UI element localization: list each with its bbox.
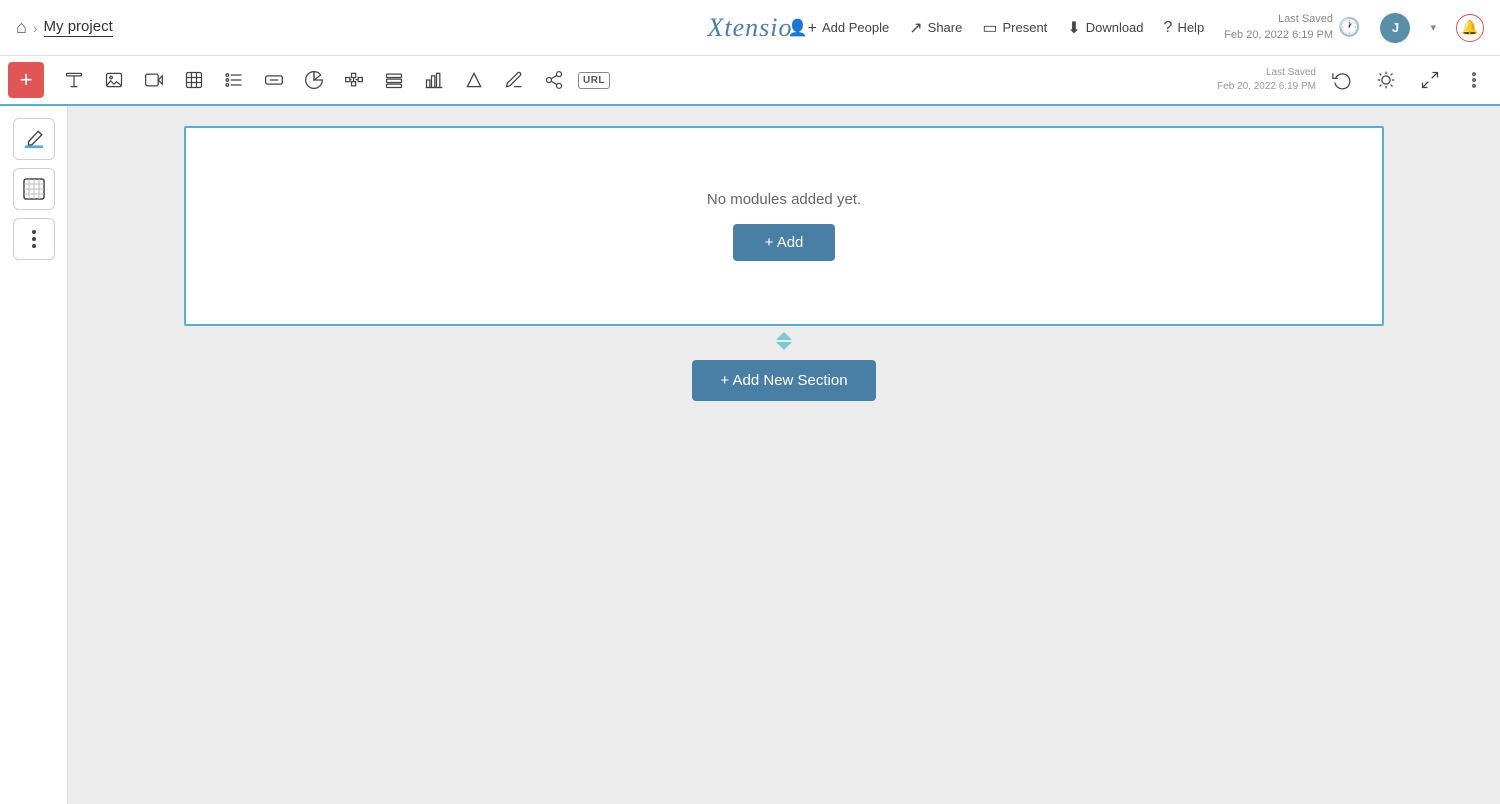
nav-right: 👤+ Add People ↗ Share ▭ Present ⬇ Downlo… [788,12,1484,43]
video-tool-button[interactable] [136,62,172,98]
notification-bell[interactable]: 🔔 [1456,14,1484,42]
bar-chart-tool-button[interactable] [416,62,452,98]
share-button[interactable]: ↗ Share [909,18,962,38]
bar-chart-tool-icon [424,70,444,90]
video-tool-icon [144,70,164,90]
download-icon: ⬇ [1067,18,1080,38]
no-modules-text: No modules added yet. [707,191,861,208]
social-share-tool-icon [544,70,564,90]
help-icon: ? [1164,19,1173,37]
add-people-button[interactable]: 👤+ Add People [788,18,890,38]
background-pattern-tool[interactable] [13,168,55,210]
last-saved-text: Last Saved Feb 20, 2022 6:19 PM [1224,12,1333,43]
last-saved-area: Last Saved Feb 20, 2022 6:19 PM 🕐 [1224,12,1360,43]
share-label: Share [928,20,963,35]
image-tool-button[interactable] [96,62,132,98]
url-tool-icon: URL [578,72,610,89]
section-card: No modules added yet. + Add [184,126,1384,326]
top-nav: ⌂ › My project Xtensio 👤+ Add People ↗ S… [0,0,1500,56]
fill-color-tool[interactable] [13,118,55,160]
download-label: Download [1086,20,1144,35]
more-options-icon [1464,70,1484,90]
table-tool-icon [184,70,204,90]
text-tool-button[interactable] [56,62,92,98]
add-people-label: Add People [822,20,889,35]
toolbar-last-saved: Last Saved Feb 20, 2022 6:19 PM [1217,66,1316,94]
fullscreen-icon [1420,70,1440,90]
nav-left: ⌂ › My project [16,17,788,38]
download-button[interactable]: ⬇ Download [1067,18,1143,38]
diagram-tool-icon [344,70,364,90]
last-saved-label: Last Saved [1224,12,1333,27]
logo-area: Xtensio [708,13,793,43]
content-area: No modules added yet. + Add + Add New Se… [68,106,1500,804]
shape-tool-icon [464,70,484,90]
list-tool-icon [224,70,244,90]
history-clock-icon[interactable]: 🕐 [1338,17,1360,38]
share-icon: ↗ [909,18,922,38]
home-icon[interactable]: ⌂ [16,17,27,38]
divider-arrow-down [776,342,792,350]
add-new-button[interactable]: + [8,62,44,98]
section-empty-state: No modules added yet. + Add [707,191,861,261]
present-label: Present [1002,20,1047,35]
last-saved-date: Feb 20, 2022 6:19 PM [1224,28,1333,43]
present-button[interactable]: ▭ Present [982,18,1047,38]
pie-chart-tool-button[interactable] [296,62,332,98]
add-new-section-button[interactable]: + Add New Section [692,360,875,401]
fill-color-icon [23,128,45,150]
pie-chart-tool-icon [304,70,324,90]
theme-icon [1376,70,1396,90]
url-tool-button[interactable]: URL [576,62,612,98]
history-button[interactable] [1324,62,1360,98]
shape-tool-button[interactable] [456,62,492,98]
text-tool-icon [64,70,84,90]
table-tool-button[interactable] [176,62,212,98]
project-title[interactable]: My project [44,18,113,37]
whiteboard-tool-button[interactable] [496,62,532,98]
avatar[interactable]: J [1380,13,1410,43]
section-options-icon [31,229,37,249]
list-tool-button[interactable] [216,62,252,98]
stack-tool-button[interactable] [376,62,412,98]
help-label: Help [1177,20,1204,35]
present-icon: ▭ [982,18,997,38]
button-tool-icon [264,70,284,90]
toolbar: + URL [0,56,1500,106]
button-tool-button[interactable] [256,62,292,98]
image-tool-icon [104,70,124,90]
diagram-tool-button[interactable] [336,62,372,98]
stack-tool-icon [384,70,404,90]
section-divider [776,332,792,350]
more-options-button[interactable] [1456,62,1492,98]
toolbar-last-saved-date: Feb 20, 2022 6:19 PM [1217,80,1316,94]
fullscreen-button[interactable] [1412,62,1448,98]
toolbar-last-saved-text: Last Saved Feb 20, 2022 6:19 PM [1217,66,1316,94]
theme-button[interactable] [1368,62,1404,98]
add-module-button[interactable]: + Add [733,224,836,261]
background-pattern-icon [23,178,45,200]
left-sidebar [0,106,68,804]
whiteboard-tool-icon [504,70,524,90]
avatar-chevron[interactable]: ▾ [1430,21,1436,34]
toolbar-right: Last Saved Feb 20, 2022 6:19 PM [1217,62,1492,98]
social-share-tool-button[interactable] [536,62,572,98]
canvas-area: No modules added yet. + Add + Add New Se… [0,106,1500,804]
history-icon [1332,70,1352,90]
divider-arrow-up [776,332,792,340]
help-button[interactable]: ? Help [1164,19,1205,37]
breadcrumb-chevron: › [33,20,38,36]
app-logo: Xtensio [708,13,793,42]
toolbar-last-saved-label: Last Saved [1217,66,1316,80]
section-options-tool[interactable] [13,218,55,260]
